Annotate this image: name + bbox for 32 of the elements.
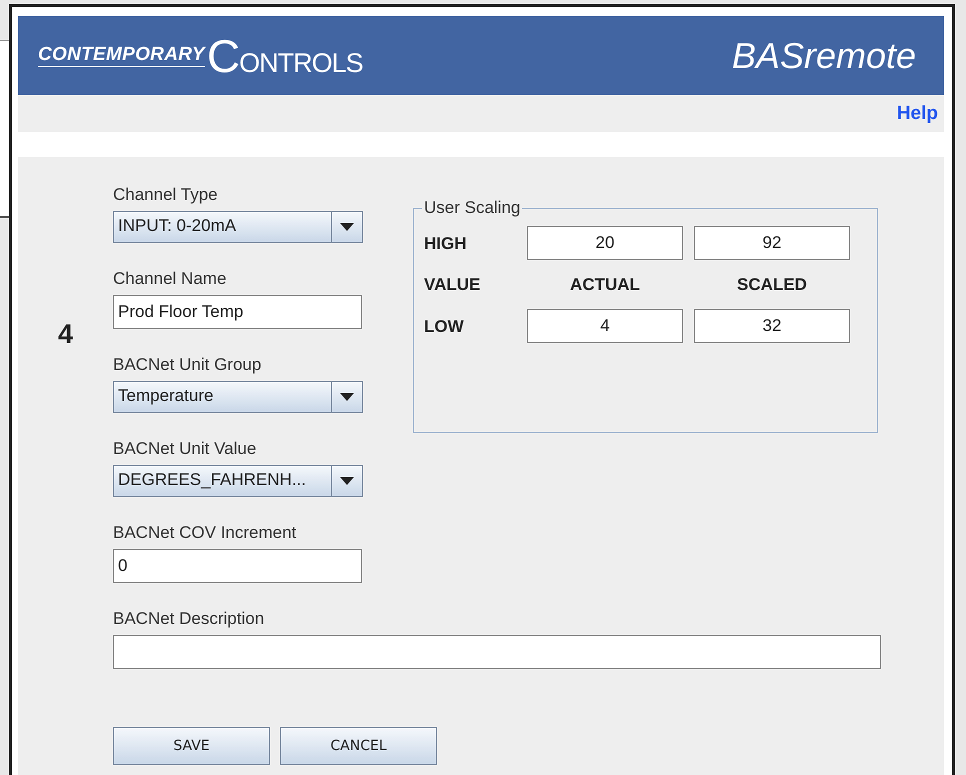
cancel-button[interactable]: CANCEL xyxy=(280,727,437,765)
row-label: LOW xyxy=(424,316,465,338)
field-label: BACNet COV Increment xyxy=(113,523,298,543)
value-field[interactable]: 92 xyxy=(694,226,850,260)
logo-text: CONTEMPORARY xyxy=(38,44,205,67)
dropdown[interactable]: Temperature xyxy=(113,381,363,413)
dropdown-arrow-icon xyxy=(340,477,354,485)
field-label: Channel Type xyxy=(113,185,219,205)
group-title: User Scaling xyxy=(423,198,522,218)
column-header: ACTUAL xyxy=(569,274,641,296)
value-field[interactable]: 32 xyxy=(694,309,850,343)
text-field[interactable]: Prod Floor Temp xyxy=(113,295,362,329)
dropdown-arrow-icon xyxy=(340,223,354,231)
column-header: SCALED xyxy=(736,274,808,296)
field-label: Channel Name xyxy=(113,269,228,289)
field-label: BACNet Unit Value xyxy=(113,439,258,459)
save-button[interactable]: SAVE xyxy=(113,727,270,765)
value-field[interactable]: 4 xyxy=(527,309,683,343)
help-link[interactable]: Help xyxy=(896,102,938,124)
description-field[interactable] xyxy=(113,635,881,669)
field-label: BACNet Unit Group xyxy=(113,355,262,375)
dropdown-arrow-icon xyxy=(340,393,354,401)
channel-number: 4 xyxy=(58,319,74,349)
dropdown[interactable]: DEGREES_FAHRENH... xyxy=(113,465,363,497)
field-label: BACNet Description xyxy=(113,609,266,629)
value-field[interactable]: 20 xyxy=(527,226,683,260)
dropdown[interactable]: INPUT: 0-20mA xyxy=(113,211,363,243)
row-label: HIGH xyxy=(424,232,468,254)
text-field[interactable]: 0 xyxy=(113,549,362,583)
row-label: VALUE xyxy=(424,274,482,296)
logo-text: CONTROLS xyxy=(206,28,363,82)
product-title: BASremote xyxy=(732,34,916,76)
